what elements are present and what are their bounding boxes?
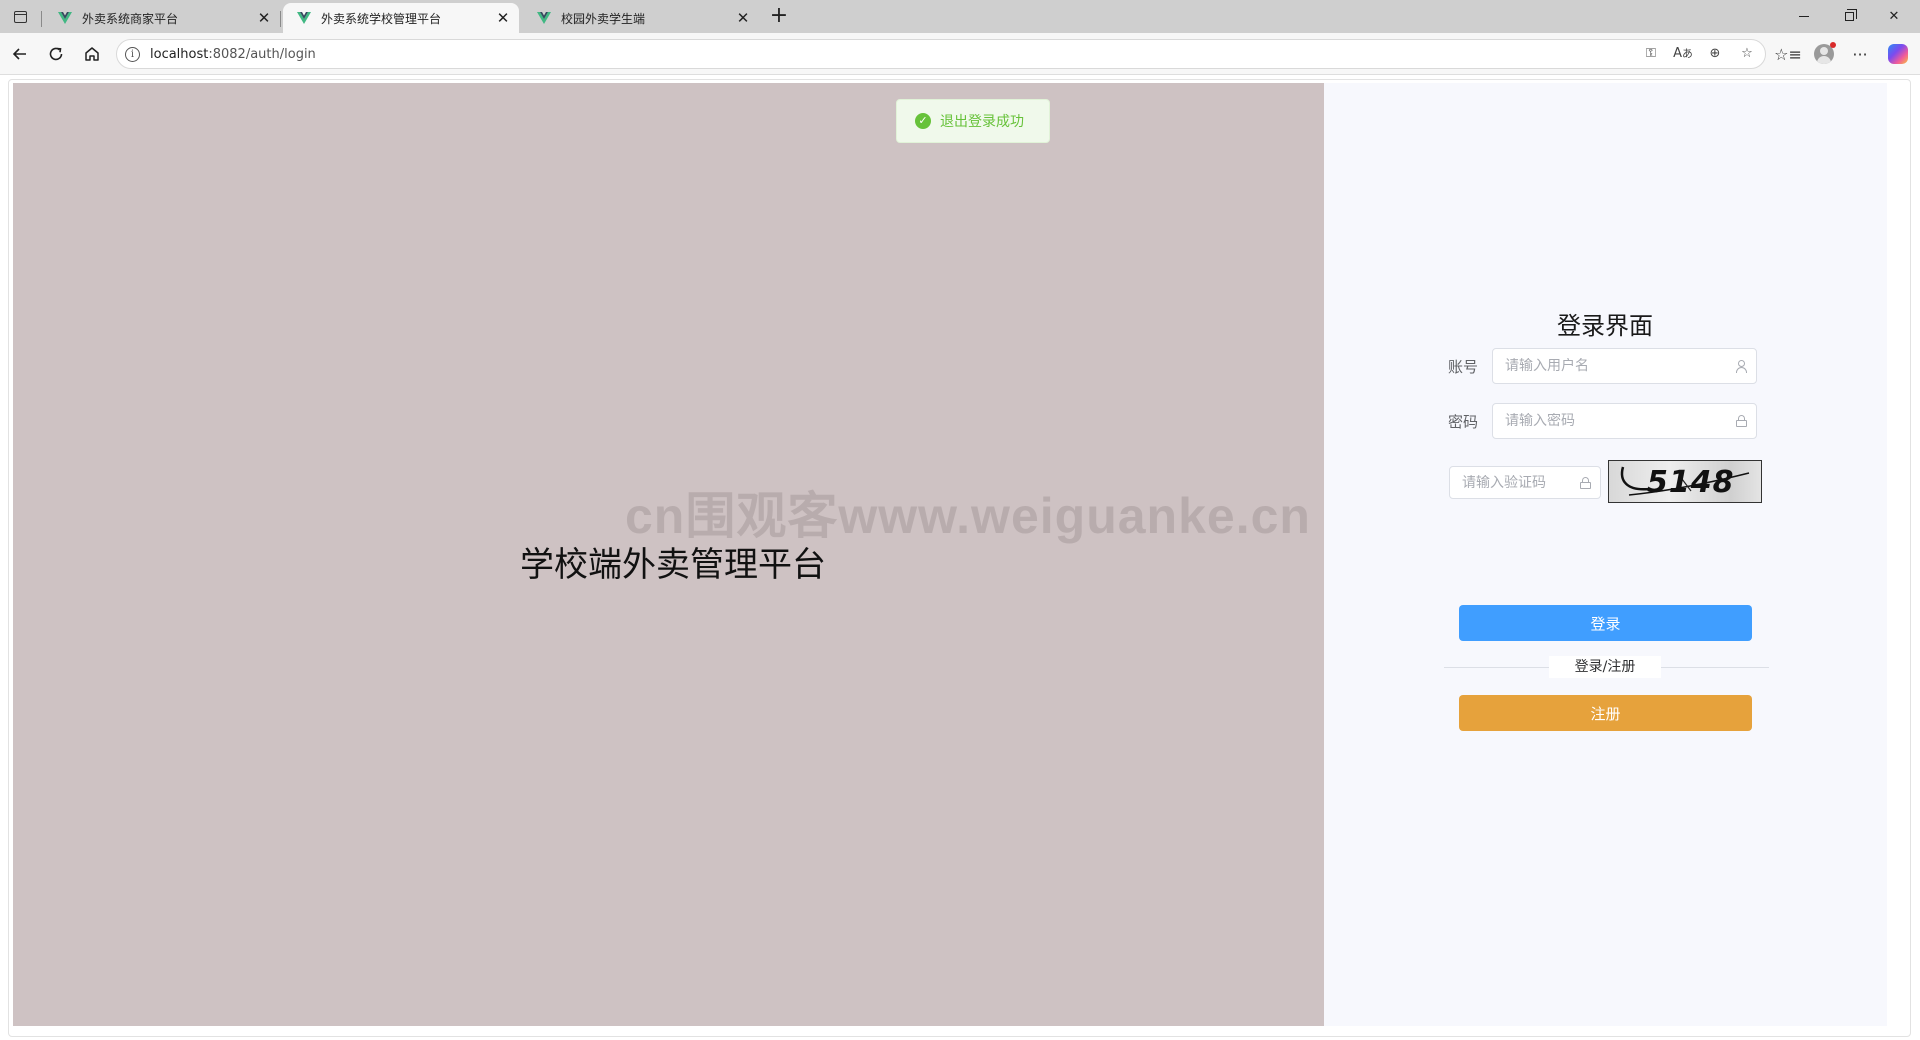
profile-button[interactable] xyxy=(1810,40,1838,68)
copilot-button[interactable] xyxy=(1884,40,1912,68)
page-viewport: ✓ 退出登录成功 学校端外卖管理平台 cn围观客www.weiguanke.cn xyxy=(0,76,1920,1040)
tab-separator xyxy=(280,11,281,27)
star-icon[interactable]: ☆ xyxy=(1737,44,1757,64)
copilot-icon xyxy=(1888,44,1908,64)
captcha-input[interactable] xyxy=(1462,474,1570,491)
browser-tab-strip: 外卖系统商家平台 ✕ 外卖系统学校管理平台 ✕ 校园外卖学生端 ✕ + ✕ xyxy=(0,0,1920,33)
window-restore-button[interactable] xyxy=(1827,0,1871,33)
close-icon[interactable]: ✕ xyxy=(254,8,274,28)
home-icon xyxy=(85,47,99,61)
success-check-icon: ✓ xyxy=(915,113,931,129)
password-label: 密码 xyxy=(1448,413,1479,431)
tab-title: 外卖系统商家平台 xyxy=(82,11,179,26)
url-path: :8082/auth/login xyxy=(208,46,316,62)
favorites-icon: ☆≡ xyxy=(1774,44,1802,64)
more-button[interactable]: ··· xyxy=(1846,40,1874,68)
browser-tab-merchant[interactable]: 外卖系统商家平台 ✕ xyxy=(41,3,280,33)
captcha-code: 5148 xyxy=(1647,465,1735,500)
tab-actions-icon[interactable] xyxy=(8,6,32,28)
username-input[interactable] xyxy=(1505,358,1726,374)
restore-icon xyxy=(1844,9,1857,21)
captcha-field[interactable] xyxy=(1449,466,1601,499)
read-aloud-icon[interactable]: Aあ xyxy=(1673,44,1693,64)
home-button[interactable] xyxy=(78,40,106,68)
register-button[interactable]: 注册 xyxy=(1459,695,1752,731)
tab-separator xyxy=(41,11,42,27)
new-tab-button[interactable]: + xyxy=(766,3,792,29)
close-icon: ✕ xyxy=(1888,9,1900,24)
tab-title: 校园外卖学生端 xyxy=(561,11,646,26)
reload-icon xyxy=(49,47,63,61)
divider-text: 登录/注册 xyxy=(1549,656,1661,678)
login-button[interactable]: 登录 xyxy=(1459,605,1752,641)
left-banner-panel: ✓ 退出登录成功 学校端外卖管理平台 xyxy=(13,83,1324,1026)
toast-message: 退出登录成功 xyxy=(940,114,1024,130)
minimize-icon xyxy=(1799,16,1809,17)
browser-tab-school-admin[interactable]: 外卖系统学校管理平台 ✕ xyxy=(280,3,519,33)
user-icon xyxy=(1726,349,1756,383)
ellipsis-icon: ··· xyxy=(1852,44,1868,64)
notification-dot xyxy=(1830,42,1836,48)
key-icon[interactable]: ⚿ xyxy=(1641,44,1661,64)
favorites-button[interactable]: ☆≡ xyxy=(1774,40,1802,68)
watermark-text: cn围观客www.weiguanke.cn xyxy=(625,488,1311,544)
url-text: localhost:8082/auth/login xyxy=(150,47,316,62)
logout-success-toast: ✓ 退出登录成功 xyxy=(896,99,1050,143)
account-label: 账号 xyxy=(1448,358,1479,376)
back-button[interactable] xyxy=(6,40,34,68)
window-close-button[interactable]: ✕ xyxy=(1872,0,1916,33)
password-field[interactable] xyxy=(1492,403,1757,439)
browser-tab-student[interactable]: 校园外卖学生端 ✕ xyxy=(523,3,759,33)
info-icon[interactable]: i xyxy=(125,46,140,62)
password-input[interactable] xyxy=(1505,413,1726,429)
address-bar[interactable]: i localhost:8082/auth/login ⚿ Aあ ⊕ ☆ xyxy=(116,39,1766,69)
vue-logo-icon xyxy=(297,12,311,24)
arrow-left-icon xyxy=(12,48,26,60)
tab-title: 外卖系统学校管理平台 xyxy=(321,11,442,26)
lock-icon xyxy=(1726,404,1756,438)
username-field[interactable] xyxy=(1492,348,1757,384)
lock-icon xyxy=(1570,466,1600,500)
login-form-title: 登录界面 xyxy=(1557,312,1653,340)
zoom-in-icon[interactable]: ⊕ xyxy=(1705,44,1725,64)
browser-toolbar: i localhost:8082/auth/login ⚿ Aあ ⊕ ☆ ☆≡ … xyxy=(0,33,1920,75)
login-panel xyxy=(1324,83,1887,1026)
vue-logo-icon xyxy=(537,12,551,24)
close-icon[interactable]: ✕ xyxy=(493,8,513,28)
window-minimize-button[interactable] xyxy=(1782,0,1826,33)
close-icon[interactable]: ✕ xyxy=(733,8,753,28)
captcha-image[interactable]: 5148 xyxy=(1608,460,1762,503)
vue-logo-icon xyxy=(58,12,72,24)
url-host: localhost xyxy=(150,46,209,62)
reload-button[interactable] xyxy=(42,40,70,68)
